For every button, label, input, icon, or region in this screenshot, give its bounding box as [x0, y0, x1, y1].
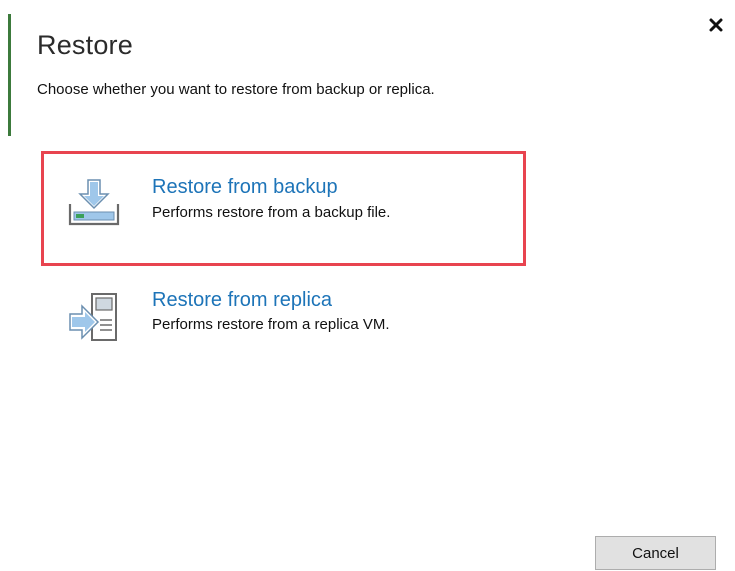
close-icon: [709, 18, 723, 32]
restore-from-replica-option[interactable]: Restore from replica Performs restore fr…: [41, 272, 526, 372]
dialog-title: Restore: [37, 30, 133, 60]
option-description: Performs restore from a backup file.: [152, 204, 391, 221]
option-description: Performs restore from a replica VM.: [152, 316, 390, 333]
cancel-button[interactable]: Cancel: [595, 536, 716, 570]
restore-from-backup-option[interactable]: Restore from backup Performs restore fro…: [41, 151, 526, 266]
option-title: Restore from backup: [152, 176, 338, 198]
accent-bar: [8, 14, 11, 136]
close-button[interactable]: [705, 14, 727, 36]
restore-dialog: Restore Choose whether you want to resto…: [0, 0, 735, 571]
option-title: Restore from replica: [152, 289, 333, 311]
dialog-subtitle: Choose whether you want to restore from …: [37, 81, 435, 98]
backup-restore-icon: [68, 179, 120, 226]
replica-restore-icon: [69, 293, 117, 341]
